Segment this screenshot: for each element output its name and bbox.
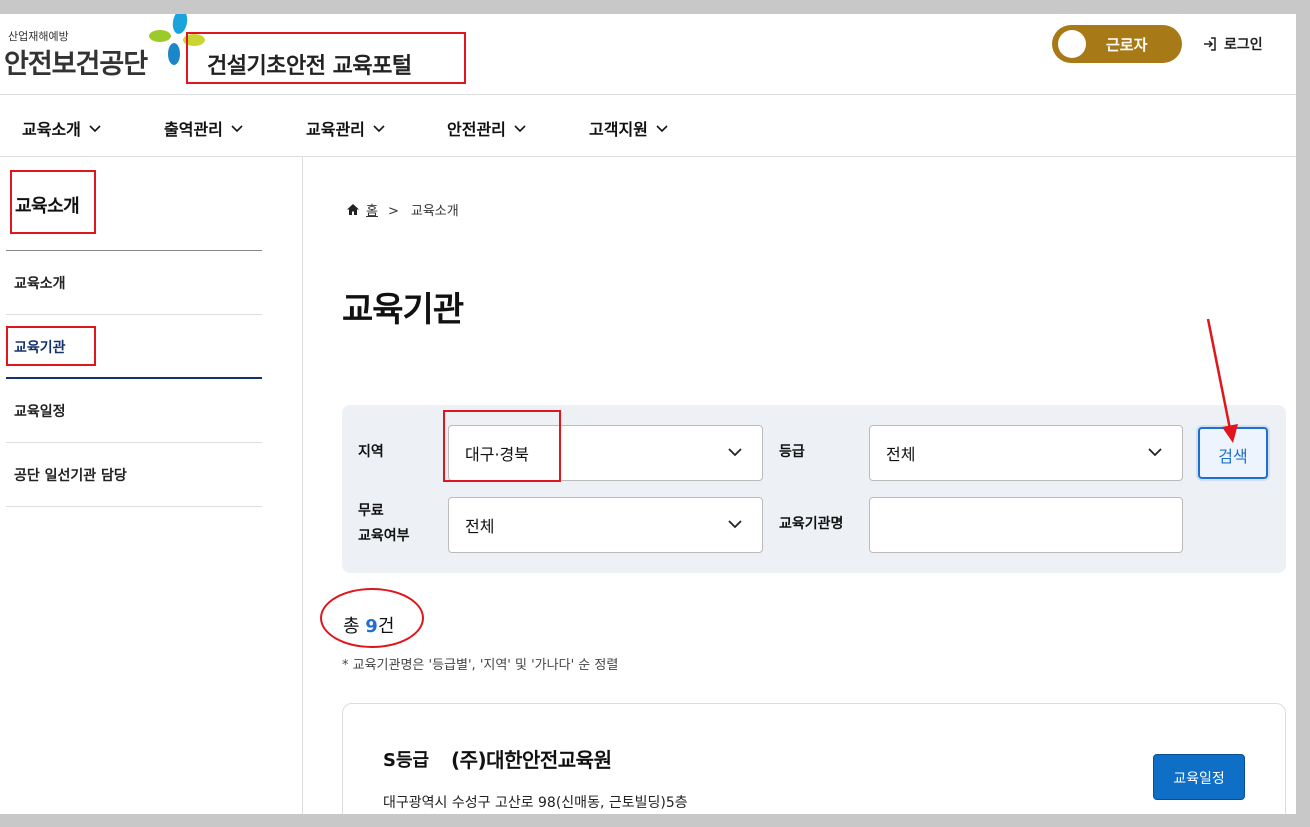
highlight-box: [443, 410, 561, 482]
free-edu-label: 무료 교육여부: [358, 500, 410, 547]
institution-card: S등급 (주)대한안전교육원 대구광역시 수성구 고산로 98(신매동, 근토빌…: [342, 703, 1286, 814]
nav-item-safety[interactable]: 안전관리: [447, 116, 526, 140]
logo-text[interactable]: 안전보건공단: [4, 42, 148, 81]
sidebar: 교육소개 교육소개 교육기관 교육일정 공단 일선기관 담당: [0, 157, 303, 814]
nav-item-label: 출역관리: [164, 120, 223, 139]
highlight-box: [6, 326, 96, 366]
page: 산업재해예방 안전보건공단 건설기초안전 교육포털 근로자 로그인 교육소개 출…: [0, 14, 1296, 814]
login-link[interactable]: 로그인: [1202, 34, 1263, 54]
breadcrumb-home[interactable]: 홈: [366, 204, 378, 219]
free-edu-label-line2: 교육여부: [358, 528, 410, 544]
chevron-down-icon: [89, 125, 101, 133]
grade-select-value: 전체: [886, 445, 916, 464]
highlight-ellipse: [320, 588, 424, 648]
grade-label: 등급: [779, 444, 805, 460]
nav-item-label: 교육소개: [22, 120, 81, 139]
card-name: (주)대한안전교육원: [451, 748, 612, 772]
schedule-button[interactable]: 교육일정: [1153, 754, 1245, 800]
user-type-toggle[interactable]: 근로자: [1052, 25, 1182, 63]
sidebar-item-edu-schedule[interactable]: 교육일정: [6, 379, 262, 443]
sidebar-item-edu-intro[interactable]: 교육소개: [6, 251, 262, 315]
login-icon: [1204, 37, 1216, 51]
page-title: 교육기관: [342, 290, 464, 330]
nav-item-attendance[interactable]: 출역관리: [164, 116, 243, 140]
sidebar-title: 교육소개: [10, 170, 96, 234]
chevron-down-icon: [728, 520, 742, 529]
toggle-label: 근로자: [1106, 36, 1148, 54]
nav-item-support[interactable]: 고객지원: [589, 116, 668, 140]
chevron-down-icon: [514, 125, 526, 133]
grade-select[interactable]: 전체: [869, 425, 1183, 481]
sidebar-item-agency-contact[interactable]: 공단 일선기관 담당: [6, 443, 262, 507]
home-icon: [347, 204, 359, 215]
sort-note: * 교육기관명은 '등급별', '지역' 및 '가나다' 순 정렬: [342, 658, 619, 673]
breadcrumb-current: 교육소개: [410, 204, 459, 219]
login-label: 로그인: [1224, 37, 1263, 53]
free-edu-label-line1: 무료: [358, 503, 384, 519]
portal-title: 건설기초안전 교육포털: [186, 32, 466, 84]
breadcrumb: 홈 > 교육소개: [346, 200, 459, 219]
org-name-input[interactable]: [869, 497, 1183, 553]
nav-item-label: 교육관리: [306, 120, 365, 139]
card-grade: S등급: [383, 750, 430, 771]
chevron-down-icon: [656, 125, 668, 133]
nav-item-label: 안전관리: [447, 120, 506, 139]
chevron-down-icon: [231, 125, 243, 133]
region-label: 지역: [358, 444, 384, 460]
main-nav: 교육소개 출역관리 교육관리 안전관리 고객지원: [0, 95, 1296, 157]
chevron-down-icon: [728, 448, 742, 457]
breadcrumb-separator-icon: >: [387, 204, 399, 219]
org-name-label: 교육기관명: [779, 516, 844, 532]
chevron-down-icon: [1148, 448, 1162, 457]
card-address: 대구광역시 수성구 고산로 98(신매동, 근토빌딩)5층: [383, 795, 688, 811]
annotation-arrow-icon: [1206, 318, 1238, 443]
nav-item-edu-intro[interactable]: 교육소개: [22, 116, 101, 140]
free-edu-select[interactable]: 전체: [448, 497, 763, 553]
nav-item-edu-manage[interactable]: 교육관리: [306, 116, 385, 140]
toggle-knob: [1058, 30, 1086, 58]
free-edu-select-value: 전체: [465, 517, 495, 536]
site-header: 산업재해예방 안전보건공단 건설기초안전 교육포털 근로자 로그인: [0, 14, 1296, 95]
nav-item-label: 고객지원: [589, 120, 648, 139]
chevron-down-icon: [373, 125, 385, 133]
